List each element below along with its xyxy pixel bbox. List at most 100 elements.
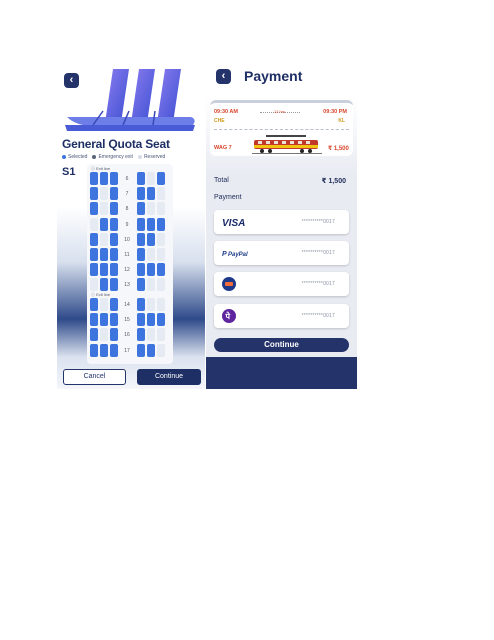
seat[interactable] [157, 343, 165, 357]
payment-method-visa[interactable]: VISA **********0017 [214, 210, 349, 234]
seat[interactable] [147, 172, 155, 185]
cancel-button[interactable]: Cancel [63, 369, 126, 385]
seat[interactable] [110, 263, 118, 277]
seat[interactable] [137, 313, 145, 327]
seat[interactable] [100, 328, 108, 342]
seat[interactable] [157, 232, 165, 246]
visa-icon: VISA [222, 218, 245, 228]
seat[interactable] [90, 232, 98, 246]
seat[interactable] [90, 172, 98, 185]
seat[interactable] [147, 313, 155, 327]
seat[interactable] [110, 202, 118, 216]
seat[interactable] [137, 263, 145, 277]
seat[interactable] [110, 172, 118, 185]
row-number: 16 [124, 332, 130, 339]
seat[interactable] [157, 172, 165, 185]
legend-emergency: Emergency exit [92, 154, 133, 160]
seat[interactable] [110, 328, 118, 342]
seat[interactable] [137, 217, 145, 231]
seat[interactable] [157, 298, 165, 311]
seat[interactable] [137, 248, 145, 261]
seat[interactable] [90, 217, 98, 231]
seat[interactable] [147, 278, 155, 292]
seat[interactable] [90, 248, 98, 261]
seat[interactable] [100, 313, 108, 327]
seat[interactable] [137, 343, 145, 357]
seat[interactable] [137, 278, 145, 292]
seat[interactable] [110, 187, 118, 201]
seat[interactable] [147, 343, 155, 357]
seat[interactable] [147, 248, 155, 261]
seat[interactable] [110, 298, 118, 311]
seat[interactable] [157, 217, 165, 231]
screenshot-canvas: ‹ General Quota Seat Selected Emergency … [0, 0, 494, 640]
seat[interactable] [147, 232, 155, 246]
payment-method-phonepe[interactable]: पे **********0017 [214, 304, 349, 328]
seat[interactable] [90, 202, 98, 216]
row-number: 11 [124, 252, 130, 258]
seat-map: ⓘ Exit line ⓘ Exit line 6 7 8 9 10 11 12 13 14 15… [87, 164, 173, 364]
seat[interactable] [90, 278, 98, 292]
upi-icon [222, 277, 236, 291]
duration: 12 hrs [274, 109, 286, 114]
seat[interactable] [147, 202, 155, 216]
card-number: **********0017 [301, 313, 335, 319]
continue-button[interactable]: Continue [137, 369, 201, 385]
seat[interactable] [100, 298, 108, 311]
seat[interactable] [157, 263, 165, 277]
seat[interactable] [100, 202, 108, 216]
seat[interactable] [90, 263, 98, 277]
seat[interactable] [157, 313, 165, 327]
legend-reserved: Reserved [137, 154, 165, 160]
seat[interactable] [137, 202, 145, 216]
to-station: KL [338, 118, 345, 124]
seat[interactable] [157, 187, 165, 201]
seat[interactable] [147, 217, 155, 231]
seat[interactable] [90, 298, 98, 311]
seat[interactable] [90, 313, 98, 327]
row-number: 9 [125, 221, 129, 228]
svg-text:पे: पे [225, 311, 231, 321]
seat[interactable] [157, 278, 165, 292]
seat[interactable] [90, 187, 98, 201]
continue-button[interactable]: Continue [214, 338, 349, 352]
seat[interactable] [100, 172, 108, 185]
train-name: WAG 7 [214, 145, 232, 151]
seat[interactable] [137, 328, 145, 342]
seat[interactable] [157, 202, 165, 216]
seat[interactable] [137, 172, 145, 185]
seat[interactable] [90, 343, 98, 357]
seat[interactable] [147, 328, 155, 342]
seat[interactable] [137, 187, 145, 201]
total-label: Total [214, 177, 229, 184]
paypal-text: PayPal [228, 252, 248, 258]
seat[interactable] [100, 248, 108, 261]
row-number: 12 [124, 267, 130, 274]
seat[interactable] [110, 232, 118, 246]
seat[interactable] [157, 328, 165, 342]
seat[interactable] [137, 298, 145, 311]
seat[interactable] [100, 263, 108, 277]
seat[interactable] [110, 278, 118, 292]
seat[interactable] [157, 248, 165, 261]
seat[interactable] [137, 232, 145, 246]
seat[interactable] [100, 217, 108, 231]
seat[interactable] [147, 298, 155, 311]
seat[interactable] [90, 328, 98, 342]
payment-method-upi[interactable]: **********0017 [214, 272, 349, 296]
seat[interactable] [147, 187, 155, 201]
seat[interactable] [110, 217, 118, 231]
row-number: 13 [124, 282, 130, 289]
seat[interactable] [110, 313, 118, 327]
seat[interactable] [100, 343, 108, 357]
back-button[interactable]: ‹ [216, 69, 231, 84]
card-number: **********0017 [301, 281, 335, 287]
seat[interactable] [100, 187, 108, 201]
seat[interactable] [110, 248, 118, 261]
seat[interactable] [100, 278, 108, 292]
from-station: CHE [214, 118, 225, 124]
seat[interactable] [110, 343, 118, 357]
payment-method-paypal[interactable]: P PayPal **********0017 [214, 241, 349, 265]
seat[interactable] [147, 263, 155, 277]
seat[interactable] [100, 232, 108, 246]
